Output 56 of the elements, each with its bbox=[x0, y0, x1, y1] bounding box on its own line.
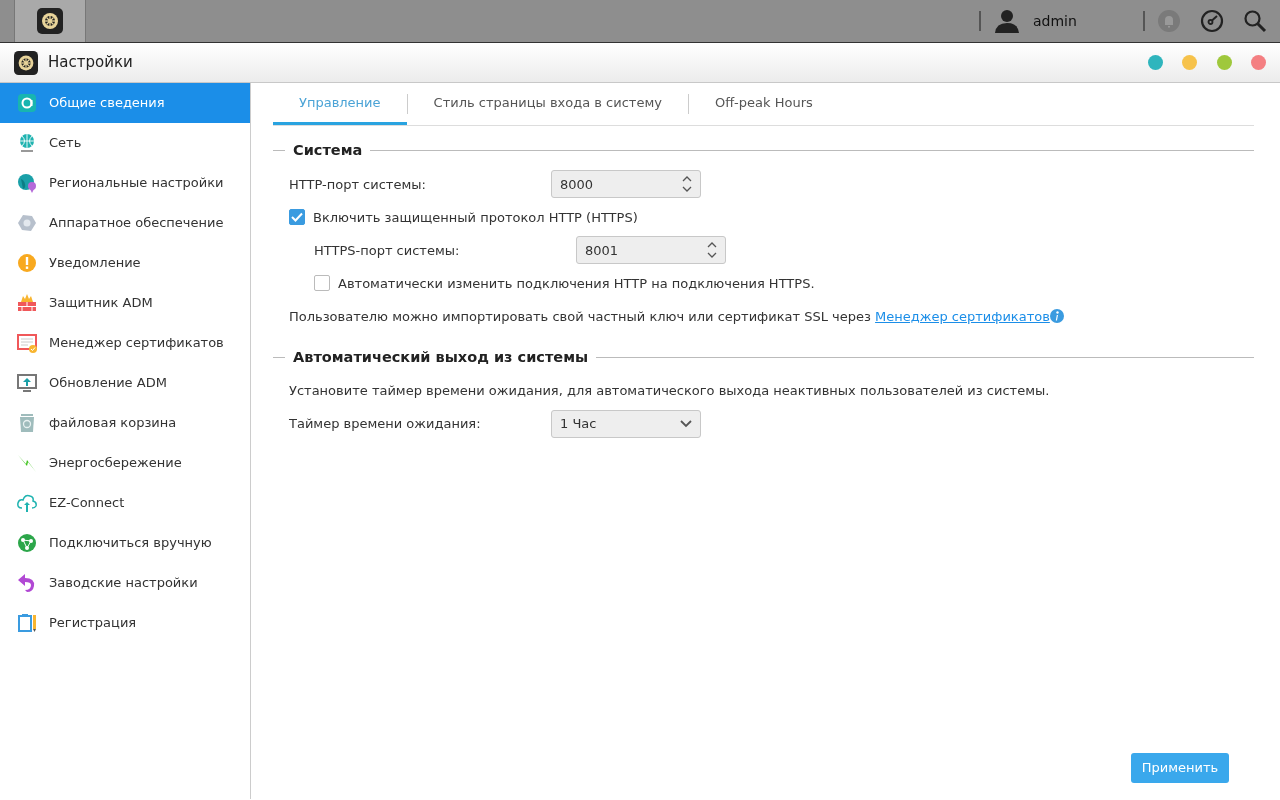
app-taskbar-button[interactable] bbox=[14, 0, 86, 42]
sidebar-item[interactable]: Энергосбережение bbox=[0, 443, 250, 483]
monitor-upload-icon bbox=[17, 373, 37, 393]
help-window-button[interactable] bbox=[1147, 55, 1163, 70]
field-label: HTTP-порт системы: bbox=[289, 175, 427, 194]
sidebar-item[interactable]: Регистрация bbox=[0, 603, 250, 643]
user-icon[interactable] bbox=[994, 9, 1020, 33]
sidebar-item[interactable]: Уведомление bbox=[0, 243, 250, 283]
search-icon[interactable] bbox=[1243, 9, 1267, 33]
sidebar-item[interactable]: файловая корзина bbox=[0, 403, 250, 443]
firewall-icon bbox=[17, 293, 37, 313]
field-label: Таймер времени ожидания: bbox=[289, 415, 482, 434]
info-text: Пользователю можно импортировать свой частный ключ или сертификат SSL через Менеджер сертификатов bbox=[289, 307, 1050, 326]
checkbox[interactable] bbox=[314, 275, 330, 292]
checkbox-label: Включить защищенный протокол HTTP (HTTPS) bbox=[313, 208, 638, 227]
sidebar-item[interactable]: Подключиться вручную bbox=[0, 523, 250, 563]
hex-nut-icon bbox=[17, 213, 37, 233]
bell-icon[interactable] bbox=[1158, 10, 1180, 32]
sidebar-item[interactable]: EZ-Connect bbox=[0, 483, 250, 523]
sidebar-item[interactable]: Региональные настройки bbox=[0, 163, 250, 203]
section-title: Система bbox=[293, 141, 363, 160]
description-text: Установите таймер времени ожидания, для автоматического выхода неактивных пользователей из системы. bbox=[289, 382, 1050, 401]
clipboard-pencil-icon bbox=[17, 613, 37, 633]
checkbox-label: Автоматически изменить подключения HTTP на подключения HTTPS. bbox=[338, 274, 815, 293]
wheel-icon bbox=[14, 50, 38, 75]
certificate-icon bbox=[17, 333, 37, 353]
number-field[interactable]: 8000 bbox=[551, 170, 701, 199]
chevron-down-icon bbox=[680, 420, 692, 428]
sidebar-item[interactable]: Аппаратное обеспечение bbox=[0, 203, 250, 243]
sidebar-item[interactable]: Защитник ADM bbox=[0, 283, 250, 323]
sidebar-item[interactable]: Менеджер сертификатов bbox=[0, 323, 250, 363]
username[interactable]: admin bbox=[1033, 10, 1143, 32]
globe-icon bbox=[17, 133, 37, 153]
tab[interactable]: Off-peak Hours bbox=[688, 83, 839, 125]
dropdown[interactable]: 1 Час bbox=[551, 410, 701, 438]
warning-icon bbox=[17, 253, 37, 273]
minimize-window-button[interactable] bbox=[1182, 55, 1197, 70]
undo-arrow-icon bbox=[17, 573, 37, 593]
globe-pin-icon bbox=[17, 173, 37, 193]
wheel-icon bbox=[37, 8, 63, 34]
window-title: Настройки bbox=[48, 52, 133, 74]
checkbox[interactable] bbox=[289, 209, 305, 226]
close-window-button[interactable] bbox=[1251, 55, 1266, 70]
number-field[interactable]: 8001 bbox=[576, 236, 726, 265]
gauge-icon[interactable] bbox=[1199, 9, 1224, 33]
sidebar-item[interactable]: Сеть bbox=[0, 123, 250, 163]
sidebar-item[interactable]: Заводские настройки bbox=[0, 563, 250, 603]
network-globe-icon bbox=[17, 533, 37, 553]
recycle-bin-icon bbox=[17, 413, 37, 433]
field-label: HTTPS-порт системы: bbox=[314, 241, 461, 260]
maximize-window-button[interactable] bbox=[1216, 55, 1232, 70]
cloud-upload-icon bbox=[17, 493, 37, 513]
sidebar-item[interactable]: Обновление ADM bbox=[0, 363, 250, 403]
section-title: Автоматический выход из системы bbox=[293, 347, 589, 367]
certificate-manager-link[interactable]: Менеджер сертификатов bbox=[875, 308, 1050, 324]
tab[interactable]: Стиль страницы входа в систему bbox=[407, 83, 688, 125]
